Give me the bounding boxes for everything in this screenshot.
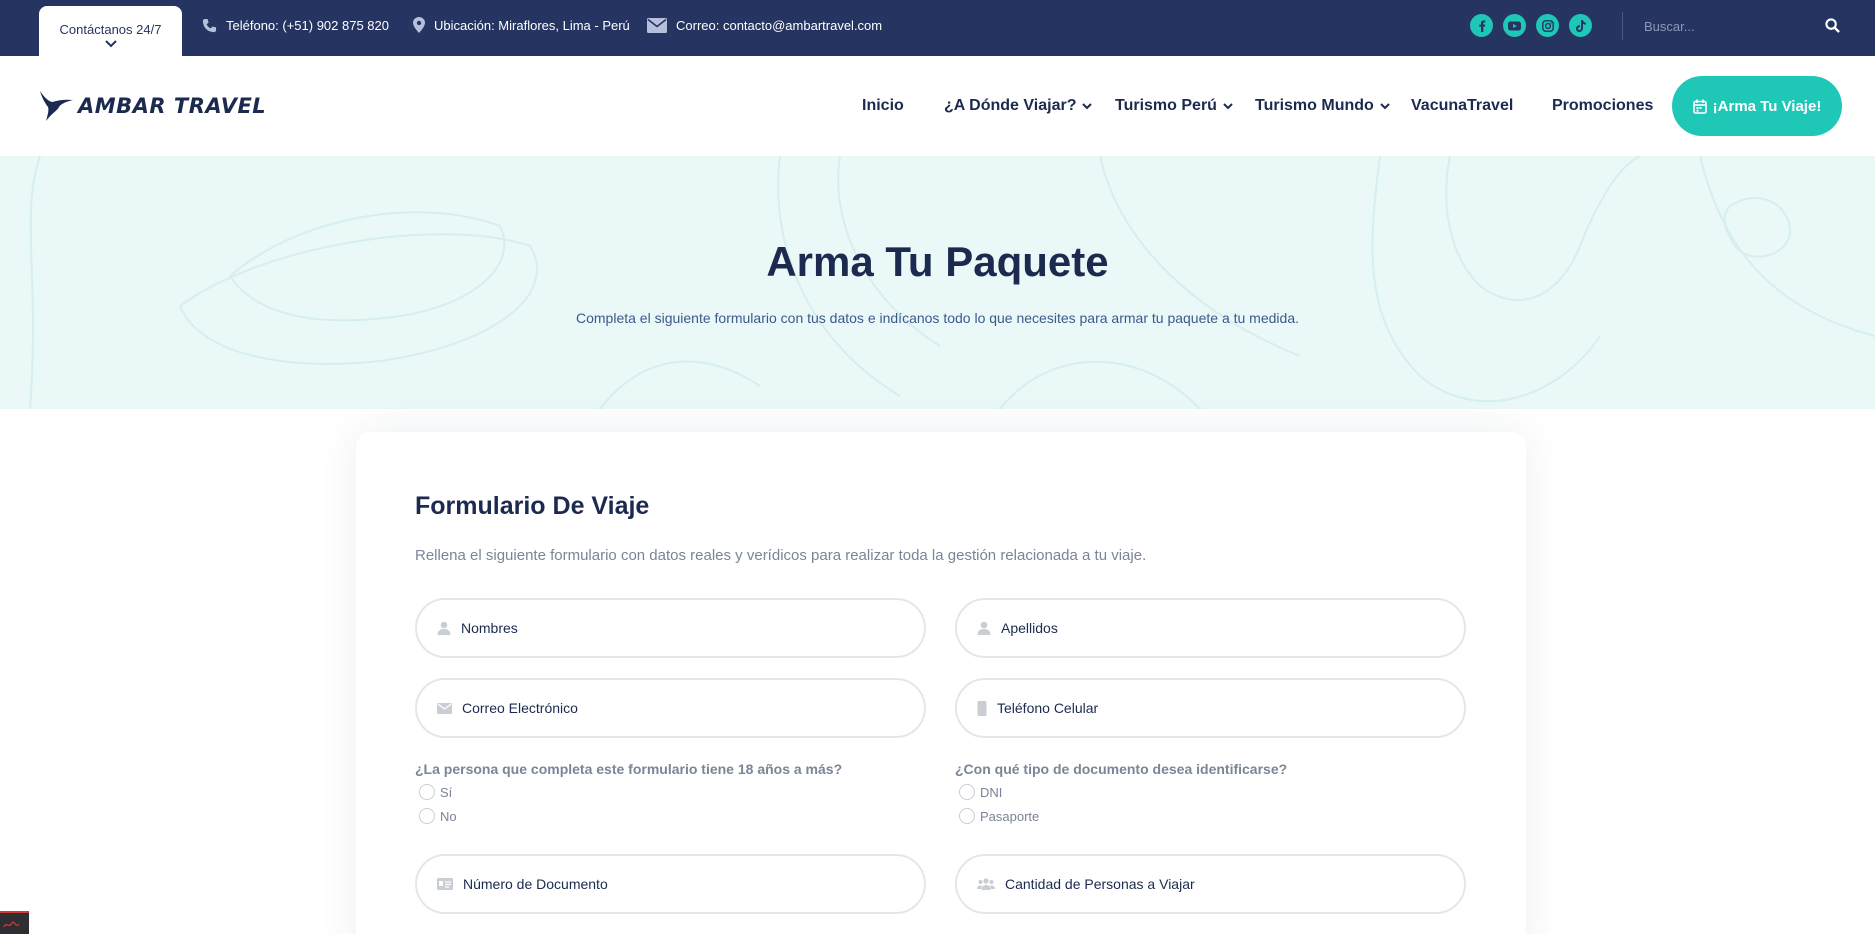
nav-inicio-label: Inicio [862,97,904,114]
age-option-si[interactable]: Sí [419,784,452,800]
instagram-icon[interactable] [1536,14,1559,37]
nav-vacunatravel-label: VacunaTravel [1411,97,1514,114]
radio-circle[interactable] [419,784,435,800]
chevron-down-icon [1082,102,1093,109]
user-icon [977,621,991,635]
documento-field[interactable] [415,854,926,914]
mobile-phone-icon [977,700,987,716]
contact-24-7-tab[interactable]: Contáctanos 24/7 [39,6,182,56]
site-logo[interactable]: AMBAR TRAVEL [38,86,266,126]
telefono-input[interactable] [997,700,1417,716]
doc-option-pasaporte[interactable]: Pasaporte [959,808,1039,824]
topbar-email[interactable]: Correo: contacto@ambartravel.com [647,0,882,50]
personas-field[interactable] [955,854,1466,914]
form-title: Formulario De Viaje [415,492,650,520]
topbar-location[interactable]: Ubicación: Miraflores, Lima - Perú [413,0,630,50]
logo-text: AMBAR TRAVEL [78,94,267,118]
age-option-si-label: Sí [440,784,453,800]
nav-promociones[interactable]: Promociones [1552,56,1653,156]
chevron-down-icon [1223,102,1233,109]
page-subtitle: Completa el siguiente formulario con tus… [576,310,1299,326]
search-icon[interactable] [1825,18,1840,33]
chevron-down-icon [1380,102,1390,109]
nav-turismo-mundo[interactable]: Turismo Mundo [1255,56,1390,156]
correo-input[interactable] [462,700,882,716]
user-icon [437,621,451,635]
search-box [1632,10,1842,42]
telefono-field[interactable] [955,678,1466,738]
phone-icon [202,18,217,32]
widget-icon [3,921,20,928]
doc-option-dni[interactable]: DNI [959,784,1002,800]
correo-field[interactable] [415,678,926,738]
chevron-down-icon [104,40,117,48]
nombres-input[interactable] [461,620,881,636]
nombres-field[interactable] [415,598,926,658]
topbar-divider [1622,12,1623,40]
location-text: Ubicación: Miraflores, Lima - Perú [434,17,630,33]
facebook-icon[interactable] [1470,14,1493,37]
personas-input[interactable] [1005,876,1425,892]
document-question-label: ¿Con qué tipo de documento desea identif… [955,761,1288,777]
topbar-phone[interactable]: Teléfono: (+51) 902 875 820 [202,0,389,50]
doc-option-pasaporte-label: Pasaporte [980,808,1040,824]
radio-circle[interactable] [959,784,975,800]
nav-turismo-peru[interactable]: Turismo Perú [1115,56,1233,156]
top-bar: Contáctanos 24/7 Teléfono: (+51) 902 875… [0,0,1875,56]
location-pin-icon [413,17,425,33]
radio-circle[interactable] [419,808,435,824]
age-option-no-label: No [440,808,457,824]
hummingbird-logo-icon [40,91,73,121]
search-input[interactable] [1632,18,1802,34]
nav-donde-viajar-label: ¿A Dónde Viajar? [944,97,1077,114]
users-icon [977,878,995,890]
youtube-icon[interactable] [1503,14,1526,37]
main-header: AMBAR TRAVEL Inicio ¿A Dónde Viajar? Tur… [0,56,1875,156]
tiktok-icon[interactable] [1569,14,1592,37]
nav-turismo-peru-label: Turismo Perú [1115,97,1217,114]
mail-icon [647,17,667,33]
nav-donde-viajar[interactable]: ¿A Dónde Viajar? [944,56,1093,156]
email-text: Correo: contacto@ambartravel.com [676,17,883,33]
page-hero: Arma Tu Paquete Completa el siguiente fo… [0,156,1875,409]
corner-widget[interactable] [0,911,29,934]
radio-circle[interactable] [959,808,975,824]
phone-text: Teléfono: (+51) 902 875 820 [226,17,389,33]
apellidos-input[interactable] [1001,620,1421,636]
nav-inicio[interactable]: Inicio [862,56,904,156]
envelope-icon [437,702,452,714]
nav-promociones-label: Promociones [1552,97,1654,114]
id-card-icon [437,878,453,890]
documento-input[interactable] [463,876,883,892]
cta-label: ¡Arma Tu Viaje! [1712,97,1822,115]
age-question-label: ¿La persona que completa este formulario… [415,761,843,777]
apellidos-field[interactable] [955,598,1466,658]
nav-turismo-mundo-label: Turismo Mundo [1255,97,1374,114]
arma-tu-viaje-button[interactable]: ¡Arma Tu Viaje! [1672,76,1842,136]
age-option-no[interactable]: No [419,808,457,824]
doc-option-dni-label: DNI [980,784,1003,800]
calendar-icon [1692,99,1707,114]
nav-vacunatravel[interactable]: VacunaTravel [1411,56,1513,156]
page-title: Arma Tu Paquete [766,238,1109,285]
contact-tab-label: Contáctanos 24/7 [59,22,162,37]
form-description: Rellena el siguiente formulario con dato… [415,547,1147,564]
